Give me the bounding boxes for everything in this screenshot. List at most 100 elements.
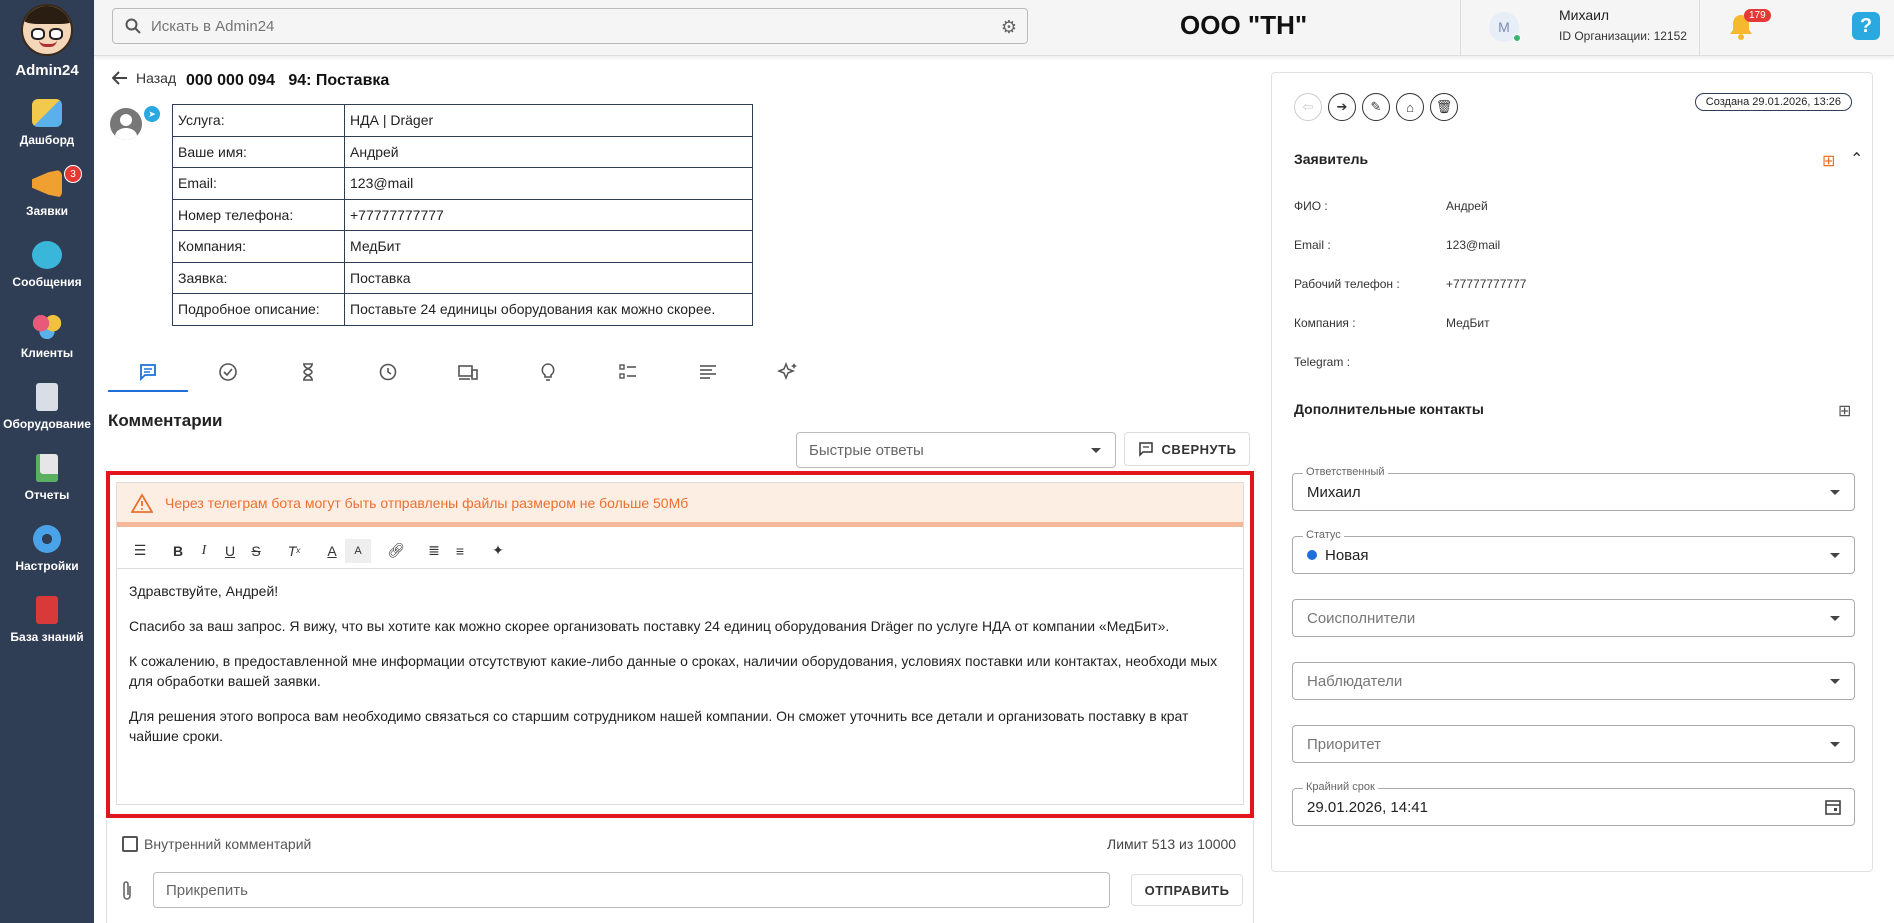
ticket-tabs — [108, 352, 1238, 392]
kv-value: МедБит — [1446, 316, 1490, 330]
telegram-file-size-alert: Через телеграм бота могут быть отправлен… — [117, 483, 1243, 527]
attach-input[interactable]: Прикрепить — [153, 872, 1110, 908]
add-contact-icon[interactable]: ⊞ — [1822, 151, 1835, 171]
chevron-down-icon — [1830, 742, 1840, 747]
sidebar-item-reports[interactable]: Отчеты — [0, 442, 94, 513]
internal-comment-toggle[interactable]: Внутренний комментарий — [122, 836, 311, 852]
chevron-down-icon — [1830, 616, 1840, 621]
calendar-icon[interactable] — [1824, 798, 1842, 816]
tab-ideas[interactable] — [508, 352, 588, 392]
reply-back-icon[interactable]: ⇦ — [1294, 93, 1322, 121]
sidebar-item-messages[interactable]: Сообщения — [0, 229, 94, 300]
tab-history[interactable] — [348, 352, 428, 392]
kv-value: 123@mail — [1446, 238, 1501, 252]
applicant-name: ФИО : Андрей — [1294, 199, 1488, 213]
user-org-id: ID Организации: 12152 — [1559, 29, 1687, 43]
internal-comment-checkbox[interactable] — [122, 836, 138, 852]
info-value: Андрей — [344, 135, 753, 168]
kv-key: Рабочий телефон : — [1294, 277, 1400, 291]
tab-checklist[interactable] — [588, 352, 668, 392]
chevron-down-icon — [1830, 490, 1840, 495]
strikethrough-button[interactable]: S — [243, 539, 269, 563]
book-icon — [36, 595, 58, 624]
equipment-icon — [36, 382, 58, 411]
search-input[interactable] — [151, 17, 971, 35]
sidebar-item-requests[interactable]: Заявки 3 — [0, 158, 94, 229]
kv-key: Компания : — [1294, 316, 1356, 330]
logo[interactable]: Admin24 — [0, 0, 94, 79]
editor-toolbar: ☰ B I U S Tx A A 🔗︎ ≣ ≡ ✦ — [117, 533, 1243, 569]
tag-icon[interactable]: ⌂ — [1396, 93, 1424, 121]
table-row: Email: 123@mail — [172, 167, 753, 200]
sidebar-item-knowledge-base[interactable]: База знаний — [0, 584, 94, 655]
tab-comments[interactable] — [108, 352, 188, 392]
clear-format-button[interactable]: Tx — [281, 539, 307, 563]
ticket-info-table: Услуга: НДА | Dräger Ваше имя: Андрей Emai… — [172, 104, 753, 326]
info-key: Услуга: — [172, 104, 345, 137]
tab-ai[interactable] — [748, 352, 828, 392]
send-button[interactable]: ОТПРАВИТЬ — [1131, 874, 1243, 906]
collapse-button[interactable]: СВЕРНУТЬ — [1124, 432, 1250, 466]
comments-title: Комментарии — [108, 411, 223, 430]
observers-select[interactable]: Наблюдатели — [1292, 662, 1855, 700]
applicant-phone: Рабочий телефон : +77777777777 — [1294, 277, 1526, 291]
editor-text[interactable]: Здравствуйте, Андрей! Спасибо за ваш зап… — [117, 571, 1243, 771]
sidebar-item-label: База знаний — [10, 629, 84, 644]
search-box[interactable]: ⚙ — [112, 8, 1028, 44]
background-color-button[interactable]: A — [345, 538, 371, 563]
edit-pencil-icon[interactable]: ✎ — [1362, 93, 1390, 121]
text-lines-icon — [700, 365, 716, 379]
back-button[interactable]: Назад — [112, 70, 176, 86]
sidebar-item-clients[interactable]: Клиенты — [0, 300, 94, 371]
info-value: МедБит — [344, 230, 753, 263]
comment-editor: Через телеграм бота могут быть отправлен… — [116, 482, 1244, 805]
status-select[interactable]: Статус Новая — [1292, 529, 1855, 574]
table-row: Подробное описание: Поставьте 24 единицы … — [172, 293, 753, 326]
editor-paragraph: Здравствуйте, Андрей! — [129, 583, 279, 599]
lightbulb-icon — [541, 363, 555, 381]
user-menu[interactable]: M Михаил ID Организации: 12152 — [1460, 0, 1700, 56]
quick-replies-select[interactable]: Быстрые ответы — [796, 432, 1116, 468]
kv-key: Telegram : — [1294, 355, 1351, 369]
text-color-button[interactable]: A — [319, 539, 345, 563]
comment-icon — [1138, 442, 1153, 457]
sidebar-item-label: Сообщения — [12, 274, 82, 289]
link-icon[interactable]: 🔗︎ — [383, 539, 409, 563]
logo-avatar-icon — [21, 4, 73, 56]
arrow-left-icon — [112, 71, 127, 85]
tab-devices[interactable] — [428, 352, 508, 392]
search-settings-gear-icon[interactable]: ⚙ — [1001, 17, 1017, 38]
ai-sparkles-icon[interactable]: ✦ — [485, 539, 511, 563]
check-circle-icon — [219, 363, 237, 381]
bullet-list-icon[interactable]: ≡ — [447, 539, 473, 563]
align-icon[interactable]: ☰ — [127, 539, 153, 563]
priority-select[interactable]: Приоритет — [1292, 725, 1855, 763]
paperclip-icon[interactable] — [120, 880, 134, 907]
tab-time[interactable] — [268, 352, 348, 392]
sidebar-item-settings[interactable]: Настройки — [0, 513, 94, 584]
devices-icon — [458, 365, 478, 380]
responsible-select[interactable]: Ответственный Михаил — [1292, 466, 1855, 511]
help-button[interactable]: ? — [1852, 12, 1880, 40]
sidebar-item-equipment[interactable]: Оборудование — [0, 371, 94, 442]
ticket-title: 000 000 094 94: Поставка — [186, 72, 390, 89]
chevron-up-icon[interactable]: ⌃ — [1850, 149, 1863, 169]
forward-arrow-icon[interactable]: ➔ — [1328, 93, 1356, 121]
deadline-field[interactable]: Крайний срок 29.01.2026, 14:41 — [1292, 781, 1855, 826]
sidebar-item-label: Оборудование — [3, 416, 91, 431]
person-icon — [110, 108, 142, 140]
checklist-icon — [619, 364, 636, 379]
add-extra-contact-icon[interactable]: ⊞ — [1838, 401, 1851, 421]
sidebar-item-dashboard[interactable]: Дашборд — [0, 87, 94, 158]
responsible-value: Михаил — [1307, 483, 1361, 501]
tab-text[interactable] — [668, 352, 748, 392]
underline-button[interactable]: U — [217, 539, 243, 563]
trash-icon[interactable]: 🗑︎ — [1430, 93, 1458, 121]
requests-badge: 3 — [64, 165, 82, 183]
coexecutors-select[interactable]: Соисполнители — [1292, 599, 1855, 637]
italic-button[interactable]: I — [191, 539, 217, 563]
table-row: Ваше имя: Андрей — [172, 135, 753, 168]
bold-button[interactable]: B — [165, 539, 191, 563]
ordered-list-icon[interactable]: ≣ — [421, 539, 447, 563]
tab-tasks[interactable] — [188, 352, 268, 392]
